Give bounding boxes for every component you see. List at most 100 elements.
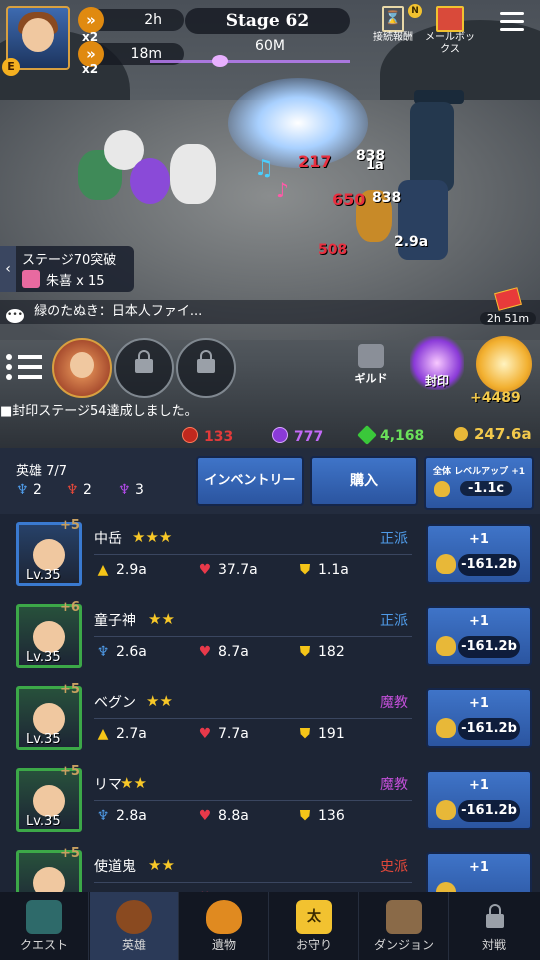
hero-level-up-button[interactable]: +1 -161.2b [426, 606, 532, 666]
level-up-cost: -161.2b [458, 800, 520, 822]
nav-battle[interactable]: 対戦 [450, 892, 538, 960]
chevron-left-icon[interactable]: ‹ [0, 246, 16, 292]
seal-label: 封印 [424, 374, 449, 388]
hero-summary-bar: 英雄 7/7 ♆ 2 ♆ 2 ♆ 3 インベントリー 購入 全体 レベルアップ … [0, 448, 540, 514]
damage-number: 1a [366, 158, 384, 173]
hero-stars: ★★★ [132, 528, 173, 546]
seal-button[interactable]: 封印 [410, 336, 464, 390]
quest-side-tab[interactable]: ‹ ステージ70突破 朱喜 x 15 [0, 246, 134, 292]
attack-value: 2.6a [116, 644, 147, 660]
feast-button[interactable] [476, 336, 532, 392]
hero-level-up-button[interactable]: +1 -161.2b [426, 770, 532, 830]
resource-green-value: 4,168 [380, 428, 425, 444]
timed-reward-button[interactable]: 2h 51m [480, 287, 536, 330]
chat-message: 緑のたぬき：日本人ファイ... [34, 304, 203, 319]
hero-attack: ▲ 2.9a [96, 562, 147, 578]
talisman-icon: 太 [296, 900, 332, 934]
projectile-effect [212, 55, 228, 67]
list-icon [18, 365, 42, 369]
damage-number: 508 [318, 242, 348, 258]
hero-awaken-level: +5 [60, 764, 80, 779]
nav-relics[interactable]: 遺物 [180, 892, 269, 960]
hero-level-up-button[interactable]: +1 -161.2b [426, 524, 532, 584]
resource-purple-value: 777 [294, 429, 324, 445]
menu-button[interactable] [500, 12, 524, 34]
hero-awaken-level: +6 [60, 600, 80, 615]
shield-icon: ⛊ [299, 562, 311, 578]
stage-title: Stage 62 [185, 8, 350, 34]
hero-faction: 魔教 [380, 777, 408, 793]
all-level-up-button[interactable]: 全体 レベルアップ +1 -1.1c [424, 456, 534, 510]
damage-number: 217 [298, 152, 332, 171]
hero-name: リマ [94, 777, 122, 793]
hero-health: ♥ 8.7a [198, 644, 249, 660]
faction-count-blue: ♆ 2 [16, 482, 42, 498]
nav-label: お守り [295, 938, 332, 952]
gift-box-icon [436, 6, 464, 32]
hero-awaken-level: +5 [60, 846, 80, 861]
lock-icon [135, 350, 153, 373]
skill-slot-2-locked[interactable] [114, 338, 174, 398]
nav-quest[interactable]: クエスト [0, 892, 89, 960]
guild-button[interactable]: ギルド [346, 340, 396, 390]
hero-defense: ⛊ 182 [298, 644, 345, 660]
mailbox-button[interactable]: メールボックス [424, 6, 476, 56]
skill-slot-1[interactable] [52, 338, 112, 398]
nav-heroes[interactable]: 英雄 [90, 892, 179, 960]
gourd-icon [206, 900, 242, 934]
hero-face [33, 539, 65, 571]
hero-level: Lv.35 [26, 732, 61, 747]
row-divider [94, 718, 412, 719]
hero-level-up-button[interactable]: +1 -161.2b [426, 688, 532, 748]
shield-icon: ⛊ [299, 644, 311, 660]
hero-panel: 英雄 7/7 ♆ 2 ♆ 2 ♆ 3 インベントリー 購入 全体 レベルアップ … [0, 448, 540, 914]
hero-row[interactable]: +5 Lv.35 ベグン ★★ 魔教 ▲ 2.7a ♥ 7.7a ⛊ 191 +1 -… [0, 682, 540, 760]
hero-sprite [130, 158, 170, 204]
list-menu-button[interactable] [6, 350, 44, 384]
new-badge: N [408, 4, 422, 18]
avatar-face [22, 18, 54, 52]
nav-charms[interactable]: 太 お守り [270, 892, 359, 960]
purple-orb-icon [272, 427, 288, 443]
level-up-amount: +1 [469, 860, 489, 875]
gold-bag-icon [436, 800, 456, 820]
resource-green: 4,168 [357, 425, 425, 445]
inventory-button[interactable]: インベントリー [196, 456, 304, 506]
level-up-amount: +1 [469, 696, 489, 711]
chat-bar[interactable]: ••• 緑のたぬき：日本人ファイ... [0, 300, 540, 324]
row-divider [94, 554, 412, 555]
hero-row[interactable]: +5 Lv.35 リマ ★★ 魔教 ♆ 2.8a ♥ 8.8a ⛊ 136 +1 -1… [0, 764, 540, 842]
reward-portrait-icon [22, 270, 40, 288]
lock-icon [197, 350, 215, 373]
all-levelup-cost: -1.1c [460, 481, 513, 496]
hero-party[interactable] [70, 130, 220, 220]
health-value: 37.7a [218, 562, 258, 578]
attack-value: 2.7a [116, 726, 147, 742]
hero-row[interactable]: +5 Lv.35 中岳 ★★★ 正派 ▲ 2.9a ♥ 37.7a ⛊ 1.1a +1… [0, 518, 540, 596]
row-divider [94, 800, 412, 801]
hero-icon [116, 900, 152, 934]
heart-icon: ♥ [198, 562, 212, 578]
skill-slot-3-locked[interactable] [176, 338, 236, 398]
shield-icon: ⛊ [299, 808, 311, 824]
hero-level: Lv.35 [26, 814, 61, 829]
hero-awaken-level: +5 [60, 518, 80, 533]
quest-title: ステージ70突破 [22, 253, 117, 268]
health-value: 8.8a [218, 808, 249, 824]
faction-count-purple: ♆ 3 [118, 482, 144, 498]
heart-icon: ♥ [198, 726, 212, 742]
scroll-icon [26, 900, 62, 934]
buy-button[interactable]: 購入 [310, 456, 418, 506]
nav-dungeon[interactable]: ダンジョン [360, 892, 449, 960]
resource-gold-value: 247.6a [474, 425, 532, 443]
system-notice: ■封印ステージ54達成しました。 [0, 404, 198, 419]
hero-name: 中岳 [94, 531, 122, 547]
music-note-icon: ♪ [276, 178, 289, 202]
hero-name: ベグン [94, 695, 136, 711]
row-divider [94, 882, 412, 883]
red-orb-icon [182, 427, 198, 443]
green-gem-icon [357, 425, 377, 445]
hero-stars: ★★ [148, 856, 175, 874]
resource-purple: 777 [272, 427, 323, 446]
hero-row[interactable]: +6 Lv.35 童子神 ★★ 正派 ♆ 2.6a ♥ 8.7a ⛊ 182 +1 -… [0, 600, 540, 678]
